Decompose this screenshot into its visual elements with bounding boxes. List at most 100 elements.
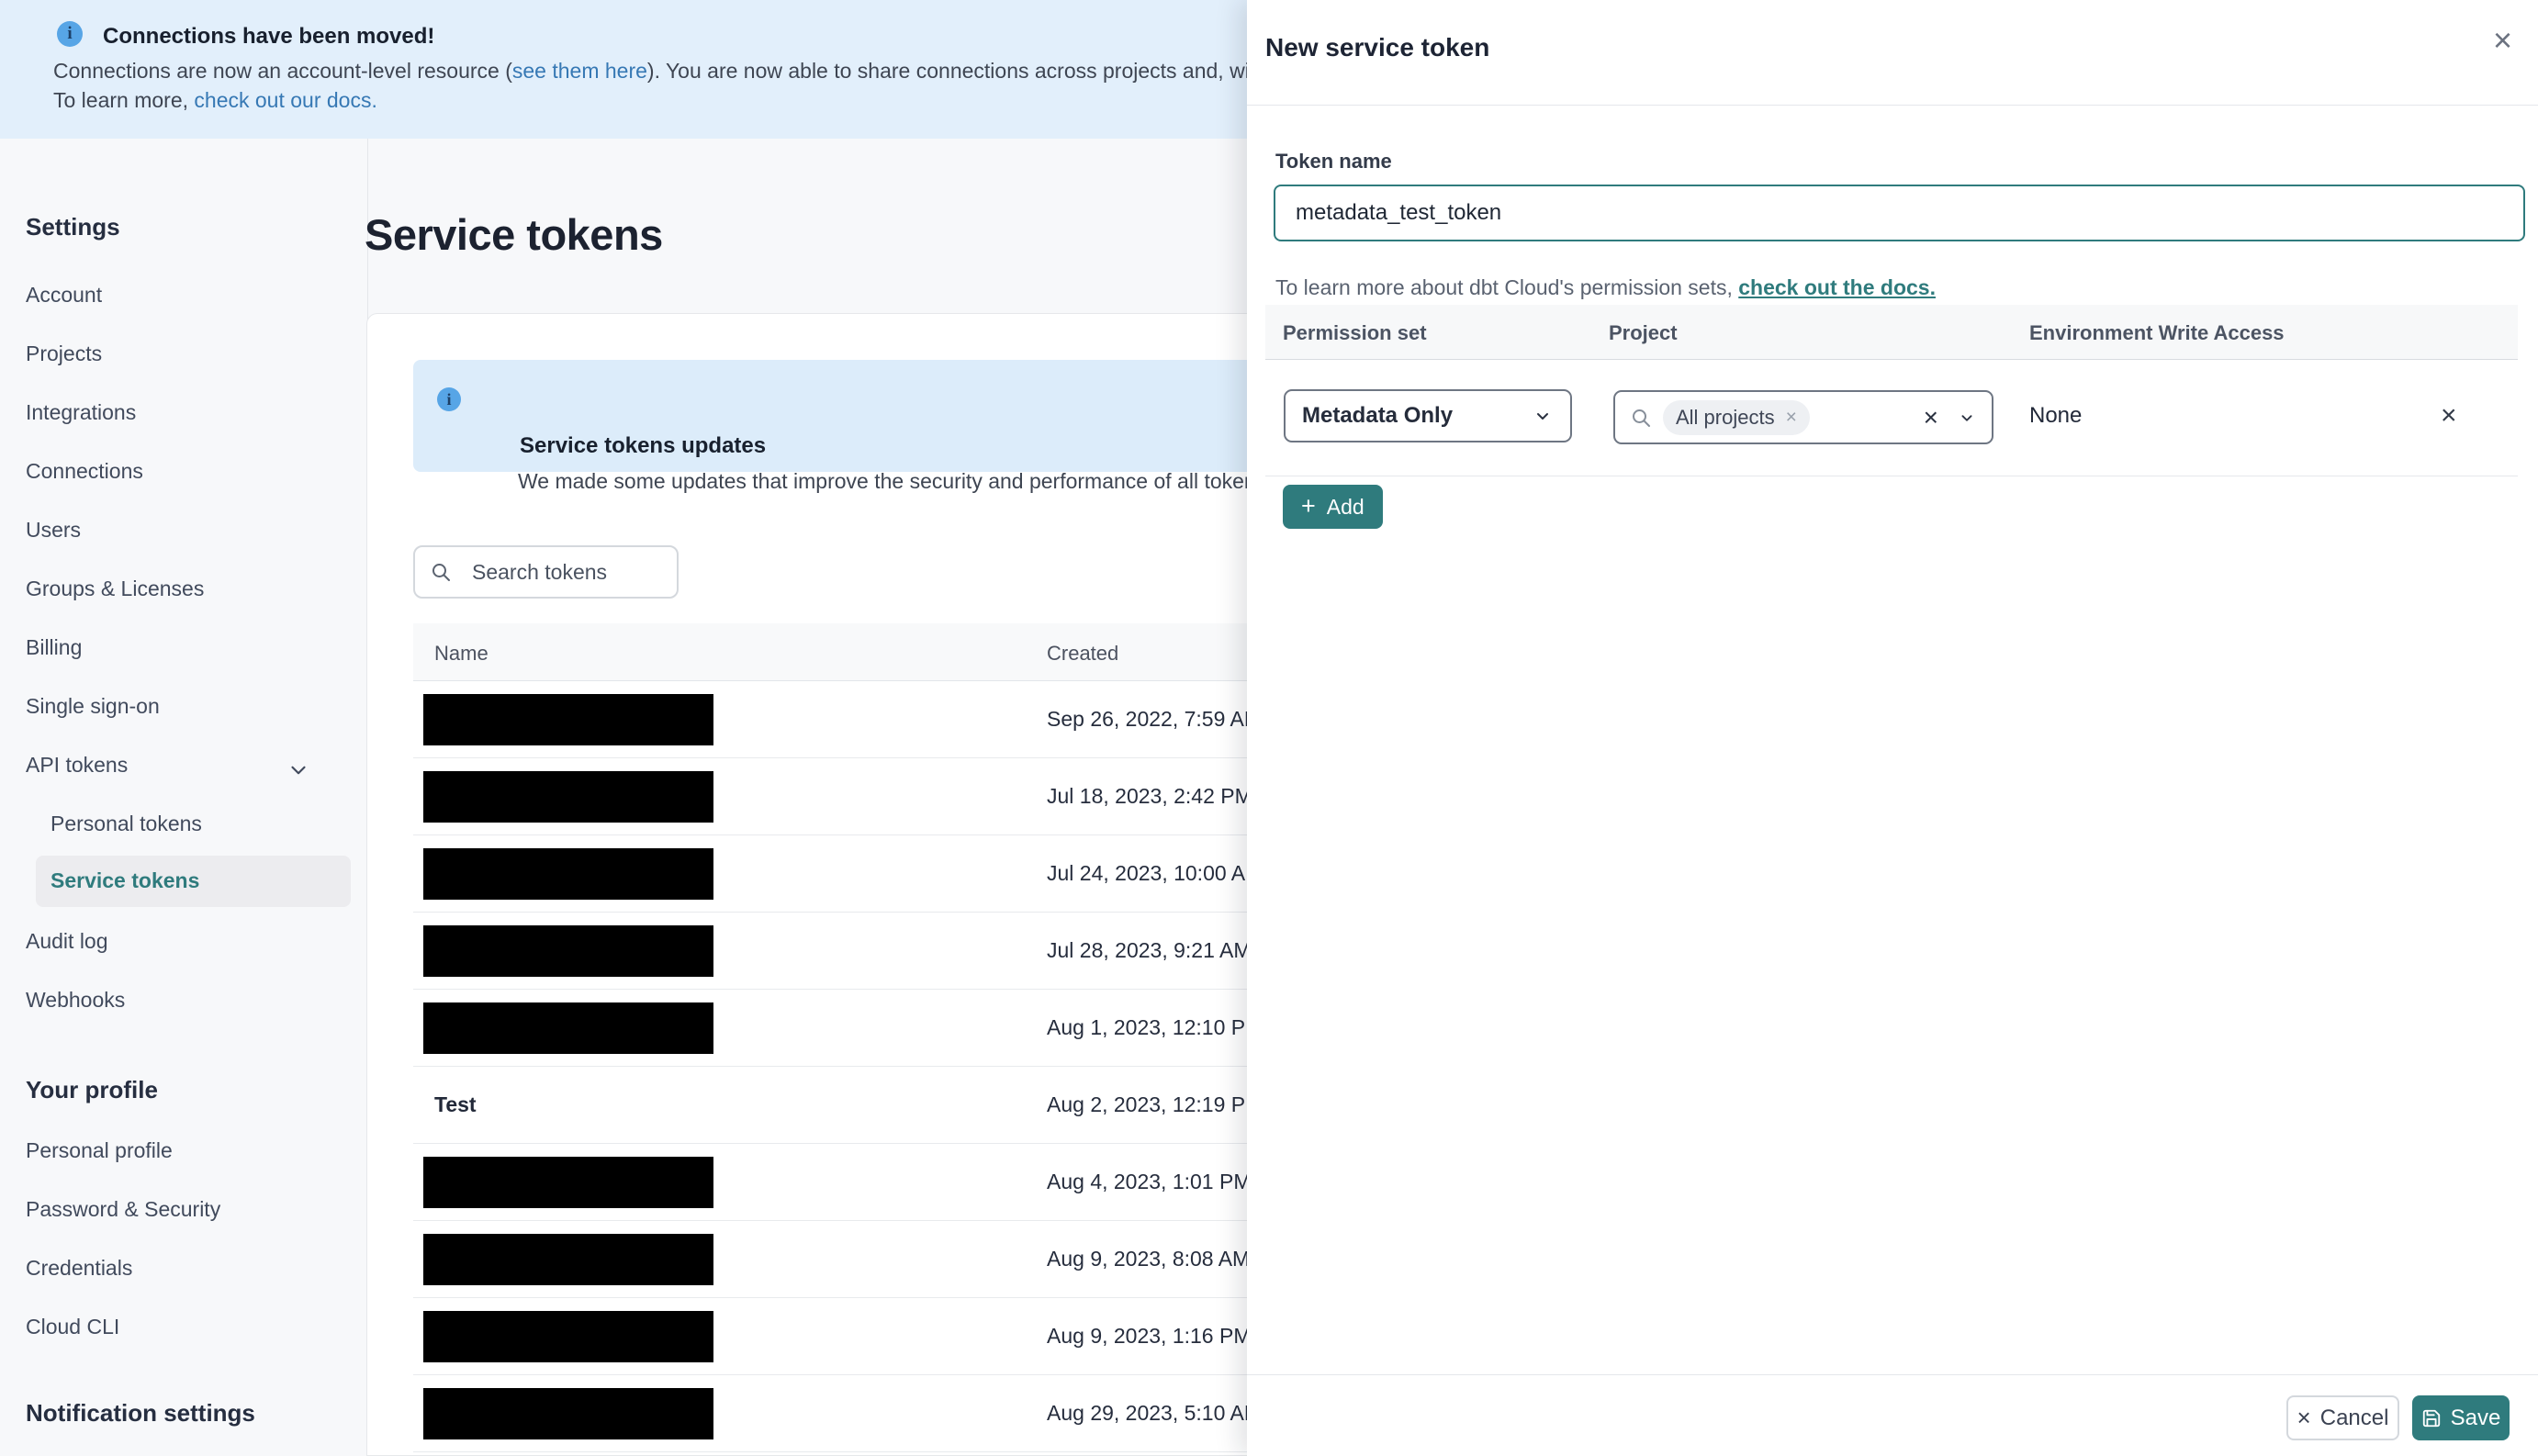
connections-moved-banner: i Connections have been moved! Connectio… — [0, 0, 1249, 139]
search-input[interactable]: Search tokens — [413, 545, 679, 599]
permissions-grid-header: Permission set Project Environment Write… — [1265, 305, 2518, 360]
close-icon: × — [2297, 1403, 2311, 1431]
save-button[interactable]: Save — [2412, 1395, 2510, 1440]
banner-line2-text: Connections are now an account-level res… — [53, 59, 512, 83]
sidebar-item-groups-licenses[interactable]: Groups & Licenses — [26, 577, 204, 601]
save-disk-icon — [2422, 1409, 2440, 1427]
table-row[interactable]: Aug 29, 2023, 5:10 AM P — [413, 1375, 1266, 1452]
app-root: i Connections have been moved! Connectio… — [0, 0, 2538, 1456]
drawer-header: New service token × — [1247, 0, 2538, 106]
sidebar-item-webhooks[interactable]: Webhooks — [26, 988, 125, 1013]
banner-line3: To learn more, check out our docs. — [53, 88, 377, 113]
sidebar-item-password-security[interactable]: Password & Security — [26, 1197, 220, 1222]
banner-line3-text: To learn more, — [53, 88, 195, 112]
permission-set-select[interactable]: Metadata Only — [1284, 389, 1572, 442]
search-icon — [432, 564, 450, 581]
column-header-created: Created — [1047, 642, 1119, 665]
token-created: Aug 9, 2023, 8:08 AM P — [1047, 1247, 1266, 1271]
check-out-docs-link[interactable]: check out the docs. — [1738, 275, 1936, 299]
drawer-title: New service token — [1265, 33, 1490, 62]
column-header-environment-write-access: Environment Write Access — [2029, 321, 2285, 344]
hint-text: To learn more about dbt Cloud's permissi… — [1275, 275, 1739, 299]
save-button-label: Save — [2450, 1405, 2501, 1430]
table-row[interactable]: Jul 18, 2023, 2:42 PM P — [413, 758, 1266, 835]
cancel-button-label: Cancel — [2319, 1405, 2389, 1430]
table-row[interactable]: Jul 24, 2023, 10:00 AM — [413, 835, 1265, 913]
token-created: Aug 1, 2023, 12:10 PM P — [1047, 1015, 1266, 1039]
check-docs-link[interactable]: check out our docs. — [194, 88, 376, 112]
banner-line2-suffix: ). You are now able to share connections… — [646, 59, 1249, 83]
service-tokens-card: i Service tokens updates We made some up… — [366, 313, 1266, 1456]
new-service-token-drawer: New service token × Token name To learn … — [1247, 0, 2538, 1456]
chip-label: All projects — [1676, 405, 1775, 429]
add-button-label: Add — [1326, 494, 1364, 519]
table-row[interactable]: Test Aug 2, 2023, 12:19 PM P — [413, 1067, 1266, 1144]
remove-row-icon[interactable]: × — [2441, 389, 2457, 442]
redacted-token-name — [423, 1157, 713, 1208]
sidebar-item-integrations[interactable]: Integrations — [26, 400, 136, 425]
search-placeholder: Search tokens — [472, 559, 608, 584]
token-name: Test — [434, 1092, 477, 1116]
page-title: Service tokens — [365, 210, 663, 259]
column-header-permission-set: Permission set — [1283, 321, 1427, 344]
token-created: Aug 4, 2023, 1:01 PM P — [1047, 1170, 1266, 1193]
redacted-token-name — [423, 1388, 713, 1439]
table-header: Name Created — [413, 623, 1265, 681]
drawer-footer: × Cancel Save — [1247, 1374, 2538, 1456]
cancel-button[interactable]: × Cancel — [2286, 1395, 2399, 1440]
card-banner-body: We made some updates that improve the se… — [518, 469, 1266, 493]
project-combobox[interactable]: All projects × × — [1613, 390, 1993, 444]
sidebar-item-projects[interactable]: Projects — [26, 342, 102, 366]
column-header-project: Project — [1609, 321, 1678, 344]
plus-icon: + — [1301, 491, 1316, 520]
sidebar-item-personal-profile[interactable]: Personal profile — [26, 1138, 173, 1163]
environment-write-access-value: None — [2029, 403, 2083, 428]
table-row[interactable]: Aug 4, 2023, 1:01 PM P — [413, 1144, 1266, 1221]
redacted-token-name — [423, 1234, 713, 1285]
token-created: Aug 9, 2023, 1:16 PM P — [1047, 1324, 1266, 1348]
sidebar-item-users[interactable]: Users — [26, 518, 81, 543]
sidebar-item-api-tokens[interactable]: API tokens — [26, 753, 128, 778]
chevron-down-icon — [1537, 413, 1548, 420]
table-row[interactable]: Aug 1, 2023, 12:10 PM P — [413, 990, 1266, 1067]
settings-heading: Settings — [26, 213, 120, 241]
close-icon[interactable]: × — [2493, 24, 2512, 57]
sidebar-item-single-sign-on[interactable]: Single sign-on — [26, 694, 160, 719]
sidebar-item-credentials[interactable]: Credentials — [26, 1256, 132, 1281]
sidebar-item-account[interactable]: Account — [26, 283, 102, 308]
sidebar-item-billing[interactable]: Billing — [26, 635, 82, 660]
token-created: Jul 18, 2023, 2:42 PM P — [1047, 784, 1266, 808]
token-created: Jul 28, 2023, 9:21 AM P — [1047, 938, 1266, 962]
all-projects-chip[interactable]: All projects × — [1663, 399, 1810, 435]
token-created: Aug 2, 2023, 12:19 PM P — [1047, 1092, 1266, 1116]
redacted-token-name — [423, 1002, 713, 1054]
banner-line2: Connections are now an account-level res… — [53, 59, 1249, 84]
search-icon — [1633, 409, 1650, 427]
sidebar-item-cloud-cli[interactable]: Cloud CLI — [26, 1315, 119, 1339]
table-row[interactable]: Sep 26, 2022, 7:59 AM P — [413, 681, 1265, 758]
redacted-token-name — [423, 925, 713, 977]
banner-title: Connections have been moved! — [103, 24, 435, 49]
sidebar-item-personal-tokens[interactable]: Personal tokens — [51, 812, 202, 836]
add-permission-button[interactable]: + Add — [1283, 485, 1383, 529]
card-banner-title: Service tokens updates — [520, 433, 767, 458]
table-row[interactable]: Aug 9, 2023, 8:08 AM P — [413, 1221, 1266, 1298]
token-name-input[interactable] — [1274, 185, 2525, 241]
chevron-down-icon — [286, 758, 310, 787]
sidebar-item-audit-log[interactable]: Audit log — [26, 929, 108, 954]
sidebar-item-connections[interactable]: Connections — [26, 459, 143, 484]
permission-sets-hint: To learn more about dbt Cloud's permissi… — [1275, 275, 1936, 300]
your-profile-heading: Your profile — [26, 1076, 158, 1103]
service-tokens-updates-banner: i Service tokens updates We made some up… — [413, 360, 1265, 493]
notification-settings-heading: Notification settings — [26, 1399, 255, 1427]
redacted-token-name — [423, 848, 713, 900]
table-row[interactable]: Jul 28, 2023, 9:21 AM P — [413, 913, 1266, 990]
table-row[interactable]: Aug 9, 2023, 1:16 PM P — [413, 1298, 1266, 1375]
token-name-label: Token name — [1275, 150, 1392, 173]
clear-selection-icon[interactable]: × — [1924, 404, 1938, 431]
info-icon: i — [57, 21, 83, 47]
sidebar-item-service-tokens[interactable]: Service tokens — [51, 868, 199, 893]
see-them-here-link[interactable]: see them here — [512, 59, 647, 83]
chip-remove-icon[interactable]: × — [1786, 408, 1797, 427]
token-created: Aug 29, 2023, 5:10 AM P — [1047, 1401, 1266, 1425]
